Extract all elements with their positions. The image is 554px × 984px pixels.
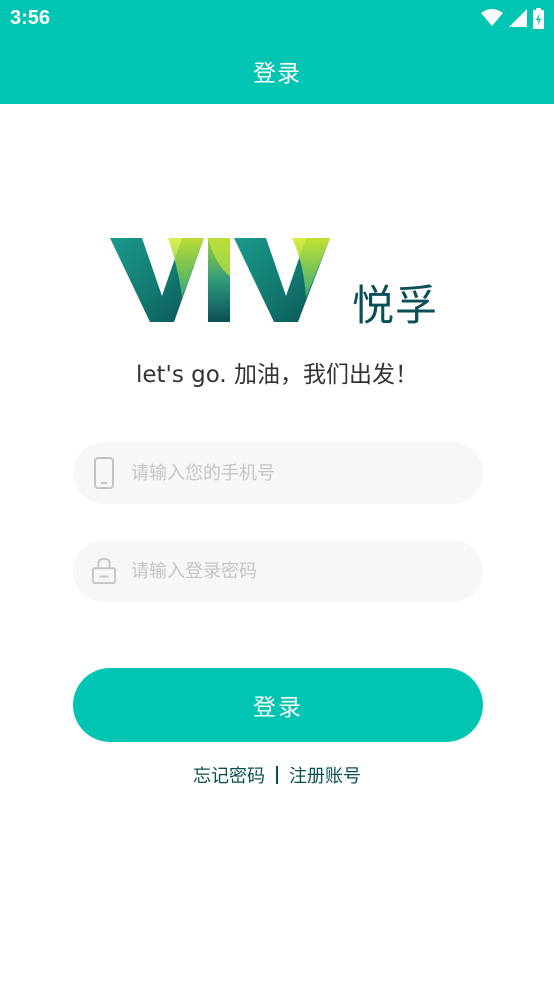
slogan: let's go. 加油，我们出发！ (135, 362, 419, 388)
status-icons (481, 7, 544, 29)
viv-wordmark (110, 238, 330, 322)
phone-icon (91, 457, 117, 489)
forgot-password-link[interactable]: 忘记密码 (193, 762, 265, 788)
phone-field[interactable] (73, 442, 483, 504)
cellular-signal-icon (509, 9, 527, 27)
page-title: 登录 (253, 61, 301, 87)
status-bar: 3:56 (0, 0, 554, 38)
battery-charging-icon (533, 7, 544, 29)
status-time: 3:56 (10, 7, 51, 29)
account-links: 忘记密码 注册账号 (0, 762, 554, 788)
password-field[interactable] (73, 540, 483, 602)
title-bar: 登录 (0, 38, 554, 104)
register-link[interactable]: 注册账号 (289, 762, 361, 788)
login-button[interactable]: 登录 (73, 668, 483, 742)
phone-input[interactable] (131, 442, 461, 504)
wifi-icon (481, 9, 503, 26)
app-header: 3:56 登录 (0, 0, 554, 104)
brand-name: 悦孚 (352, 281, 439, 330)
password-input[interactable] (131, 540, 461, 602)
lock-icon (91, 555, 117, 587)
link-separator (276, 766, 278, 784)
